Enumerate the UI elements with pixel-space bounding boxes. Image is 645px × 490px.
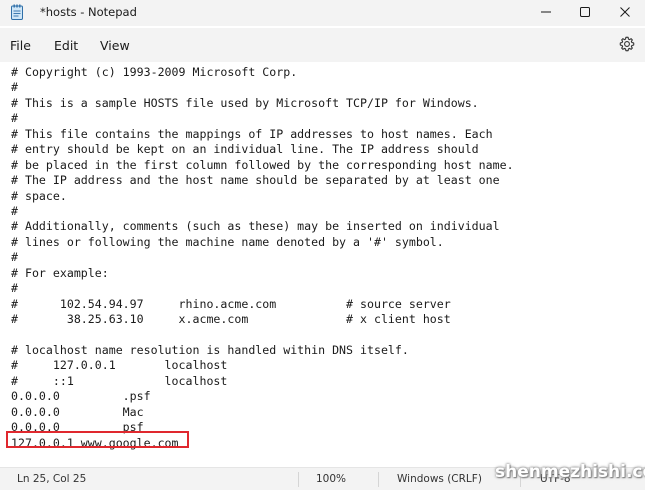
status-divider [378,472,379,487]
window-title: *hosts - Notepad [40,5,137,19]
editor-content[interactable]: # Copyright (c) 1993-2009 Microsoft Corp… [11,65,514,451]
text-editor[interactable]: # Copyright (c) 1993-2009 Microsoft Corp… [0,62,645,462]
editor-line: 0.0.0.0 Mac [11,404,144,419]
close-icon [620,7,630,17]
notepad-icon [11,4,23,20]
status-divider [298,472,299,487]
editor-line: # lines or following the machine name de… [11,234,444,249]
zoom-level: 100% [316,473,347,485]
editor-line: # localhost name resolution is handled w… [11,342,409,357]
editor-line: # be placed in the first column followed… [11,157,514,172]
maximize-button[interactable] [565,0,605,24]
editor-line: # [11,111,18,126]
editor-line: # [11,203,18,218]
editor-line: # Additionally, comments (such as these)… [11,219,500,234]
maximize-icon [580,7,590,17]
line-ending: Windows (CRLF) [397,473,482,485]
editor-line: # 38.25.63.10 x.acme.com # x client host [11,312,451,326]
notepad-window: *hosts - Notepad File Edit View # Copyri… [0,0,645,490]
editor-line: # entry should be kept on an individual … [11,142,479,157]
menu-view[interactable]: View [100,38,130,53]
editor-line: 0.0.0.0 .psf [11,389,151,404]
editor-line: # ::1 localhost [11,373,228,388]
editor-line: 0.0.0.0 psf [11,420,144,435]
minimize-icon [541,11,551,13]
minimize-button[interactable] [526,0,566,24]
editor-line: # Copyright (c) 1993-2009 Microsoft Corp… [11,65,298,79]
title-bar[interactable]: *hosts - Notepad [0,0,645,26]
editor-line: # [11,250,18,265]
editor-line: # This is a sample HOSTS file used by Mi… [11,95,479,110]
gear-icon[interactable] [619,36,635,52]
editor-line: # 127.0.0.1 localhost [11,358,228,373]
editor-line: # [11,80,18,95]
menu-bar: File Edit View [0,28,645,62]
cursor-position: Ln 25, Col 25 [17,473,87,485]
editor-line: # 102.54.94.97 rhino.acme.com # source s… [11,296,451,311]
editor-line: # For example: [11,265,109,280]
editor-line: # The IP address and the host name shoul… [11,173,500,188]
close-button[interactable] [605,0,645,24]
editor-line: # [11,281,18,296]
menu-file[interactable]: File [10,38,31,53]
menu-edit[interactable]: Edit [54,38,78,53]
editor-line-highlighted: 127.0.0.1 www.google.com [11,435,179,450]
watermark: shenmezhishi.com [495,462,645,482]
editor-line: # space. [11,188,67,203]
editor-line: # This file contains the mappings of IP … [11,126,493,141]
